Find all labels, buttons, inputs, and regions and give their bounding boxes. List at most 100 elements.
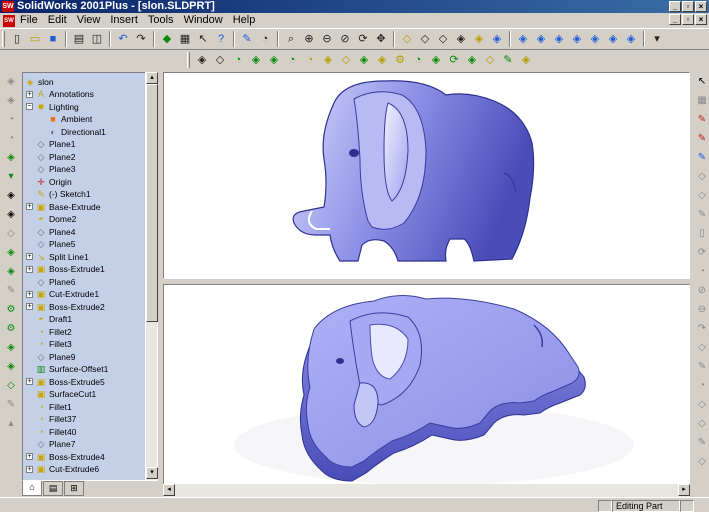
- tree-item[interactable]: ◔ Fillet37: [26, 413, 76, 425]
- extrude-icon[interactable]: ◈: [3, 150, 19, 165]
- new-document-icon[interactable]: ▯: [9, 31, 25, 47]
- tree-expander[interactable]: +: [26, 465, 33, 473]
- circle-icon[interactable]: ⊘: [694, 283, 709, 298]
- offset-entities-icon[interactable]: ◇: [694, 397, 709, 412]
- display-relations-icon[interactable]: ◇: [694, 188, 709, 203]
- front-viewport[interactable]: [163, 72, 690, 279]
- wireframe-icon[interactable]: ◇: [399, 31, 415, 47]
- tree-item[interactable]: + ▣ Boss-Extrude1: [26, 263, 105, 275]
- tree-item[interactable]: + ▣ Cut-Extrude6: [26, 463, 99, 475]
- sweep-icon[interactable]: ◔: [230, 52, 246, 68]
- tree-expander[interactable]: +: [26, 253, 33, 260]
- pan-icon[interactable]: ✥: [373, 31, 389, 47]
- shell-icon[interactable]: ◇: [338, 52, 354, 68]
- sketch-3d-icon[interactable]: ✎: [694, 131, 709, 146]
- tree-item[interactable]: ◔ Fillet1: [26, 401, 71, 413]
- left-view-icon[interactable]: ◈: [551, 31, 567, 47]
- tree-item[interactable]: ◓ Draft1: [26, 313, 72, 325]
- extruded-cut-icon[interactable]: ◈: [266, 52, 282, 68]
- tree-item[interactable]: ◔ Fillet2: [26, 326, 71, 338]
- tree-expander[interactable]: +: [26, 203, 33, 210]
- arc-icon[interactable]: ◔: [3, 131, 19, 146]
- redo-icon[interactable]: ↷: [133, 31, 149, 47]
- centerpoint-arc-icon[interactable]: ⟳: [694, 245, 709, 260]
- menu-help[interactable]: Help: [228, 13, 261, 28]
- select-icon[interactable]: ↖: [694, 74, 709, 89]
- point-icon[interactable]: ◇: [694, 340, 709, 355]
- zoom-to-fit-icon[interactable]: ⌕: [283, 31, 299, 47]
- tree-expander[interactable]: +: [26, 453, 33, 460]
- circular-pattern-icon[interactable]: ⚙: [3, 302, 19, 317]
- tree-vertical-scrollbar[interactable]: ▴ ▾: [145, 72, 158, 480]
- tree-item[interactable]: ▣ SurfaceCut1: [26, 388, 97, 400]
- coordinate-system-icon[interactable]: ▴: [3, 416, 19, 431]
- scroll-thumb[interactable]: [146, 84, 158, 322]
- undo-icon[interactable]: ↶: [115, 31, 131, 47]
- menu-file[interactable]: File: [15, 13, 43, 28]
- draft-icon[interactable]: ◈: [3, 245, 19, 260]
- mirror-icon[interactable]: ◈: [3, 340, 19, 355]
- loft-icon[interactable]: ◈: [248, 52, 264, 68]
- doc-minimize-button[interactable]: _: [669, 14, 681, 25]
- reference-plane-icon[interactable]: ◇: [482, 52, 498, 68]
- sketch-tool-icon[interactable]: ◈: [3, 74, 19, 89]
- revolved-cut-icon[interactable]: ◔: [284, 52, 300, 68]
- circular-pattern-icon[interactable]: ⟳: [446, 52, 462, 68]
- back-view-icon[interactable]: ◈: [533, 31, 549, 47]
- menu-window[interactable]: Window: [179, 13, 228, 28]
- tree-item[interactable]: + A Annotations: [26, 88, 94, 100]
- tree-item[interactable]: ◇ Plane7: [26, 438, 76, 450]
- tree-item[interactable]: ✎ (-) Sketch1: [26, 188, 90, 200]
- sketch-icon[interactable]: ✎: [239, 31, 255, 47]
- save-icon[interactable]: ■: [45, 31, 61, 47]
- tree-item[interactable]: ◓ Dome2: [26, 213, 76, 225]
- shell-icon[interactable]: ◇: [3, 226, 19, 241]
- tree-expander[interactable]: +: [26, 290, 33, 298]
- toolbar-grip[interactable]: [2, 31, 5, 47]
- tangent-arc-icon[interactable]: ◔: [694, 264, 709, 279]
- scroll-up-button[interactable]: ▴: [146, 72, 158, 84]
- minimize-button[interactable]: _: [669, 1, 681, 12]
- viewport-horizontal-scrollbar[interactable]: ◂ ▸: [163, 484, 690, 497]
- open-folder-icon[interactable]: ▭: [27, 31, 43, 47]
- right-view-icon[interactable]: ◈: [569, 31, 585, 47]
- isometric-view-icon[interactable]: ◈: [623, 31, 639, 47]
- options-icon[interactable]: ▦: [177, 31, 193, 47]
- add-relation-icon[interactable]: ◇: [694, 169, 709, 184]
- tree-item[interactable]: ◔ Fillet3: [26, 338, 71, 350]
- print-icon[interactable]: ▤: [71, 31, 87, 47]
- tree-item[interactable]: + ▣ Boss-Extrude4: [26, 451, 105, 463]
- tree-item[interactable]: ◇ Plane6: [26, 276, 76, 288]
- scroll-right-button[interactable]: ▸: [678, 484, 690, 496]
- draft-icon[interactable]: ◈: [356, 52, 372, 68]
- arc-icon[interactable]: ◔: [3, 112, 19, 127]
- revolved-boss-icon[interactable]: ◇: [212, 52, 228, 68]
- mirror-all-icon[interactable]: ◈: [3, 359, 19, 374]
- scroll-down-button[interactable]: ▾: [146, 467, 158, 479]
- feature-manager-tab[interactable]: ⌂: [22, 481, 42, 496]
- plane-icon[interactable]: ◇: [3, 378, 19, 393]
- dome-icon[interactable]: ◔: [410, 52, 426, 68]
- sketch-tool-icon[interactable]: ✎: [3, 283, 19, 298]
- whats-this-help-icon[interactable]: ?: [213, 31, 229, 47]
- surface-icon[interactable]: ◈: [518, 52, 534, 68]
- perspective-icon[interactable]: ◈: [489, 31, 505, 47]
- doc-close-button[interactable]: ×: [695, 14, 707, 25]
- hole-icon[interactable]: ⚙: [392, 52, 408, 68]
- mirror-sketch-icon[interactable]: ◇: [694, 454, 709, 469]
- top-view-icon[interactable]: ◈: [587, 31, 603, 47]
- fillet-icon[interactable]: ◔: [302, 52, 318, 68]
- toolbar-grip[interactable]: [187, 52, 190, 68]
- tree-expander[interactable]: +: [26, 303, 33, 310]
- normal-to-icon[interactable]: ▾: [649, 31, 665, 47]
- tree-item[interactable]: + ↘ Split Line1: [26, 251, 89, 263]
- tree-item[interactable]: ▥ Surface-Offset1: [26, 363, 109, 375]
- cut-icon[interactable]: ▾: [3, 169, 19, 184]
- chamfer-icon[interactable]: ◈: [320, 52, 336, 68]
- grid-icon[interactable]: ▦: [694, 93, 709, 108]
- front-view-icon[interactable]: ◈: [515, 31, 531, 47]
- hidden-lines-removed-icon[interactable]: ◇: [435, 31, 451, 47]
- axis-icon[interactable]: ✎: [3, 397, 19, 412]
- isometric-viewport[interactable]: [163, 284, 690, 497]
- tree-item[interactable]: ◇ Plane4: [26, 226, 76, 238]
